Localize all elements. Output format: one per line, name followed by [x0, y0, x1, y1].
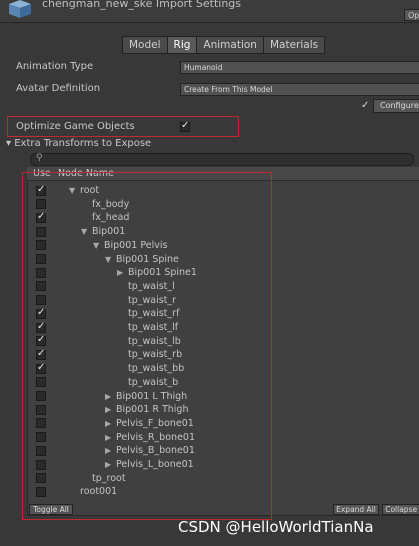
tab-animation[interactable]: Animation — [197, 37, 264, 53]
transform-list-highlight-box — [22, 172, 272, 520]
tab-model[interactable]: Model — [123, 37, 168, 53]
expand-all-button[interactable]: Expand All — [333, 504, 379, 515]
model-asset-icon — [9, 0, 31, 18]
tab-materials[interactable]: Materials — [264, 37, 324, 53]
foldout-arrow-icon: ▾ — [6, 138, 12, 149]
inspector-title: chengman_new_ske Import Settings — [42, 0, 241, 10]
extra-transforms-label: Extra Transforms to Expose — [14, 138, 152, 149]
animation-type-label: Animation Type — [16, 61, 94, 72]
collapse-all-button[interactable]: Collapse All — [382, 504, 419, 515]
animation-type-dropdown[interactable]: Humanoid — [180, 61, 419, 74]
tab-rig[interactable]: Rig — [167, 37, 198, 53]
avatar-definition-label: Avatar Definition — [16, 83, 101, 94]
avatar-valid-check-icon: ✓ — [361, 100, 370, 111]
watermark-text: CSDN @HelloWorldTianNa — [178, 518, 374, 536]
avatar-definition-dropdown[interactable]: Create From This Model — [180, 83, 419, 96]
transform-search-input[interactable] — [30, 153, 414, 166]
open-button[interactable]: Op — [404, 9, 419, 21]
extra-transforms-foldout[interactable]: ▾ Extra Transforms to Expose — [6, 138, 151, 149]
import-tabs: Model Rig Animation Materials — [122, 36, 326, 54]
configure-button[interactable]: Configure — [373, 99, 419, 113]
optimize-game-objects-checkbox[interactable] — [180, 120, 190, 132]
search-icon: ⚲ — [36, 153, 43, 163]
optimize-game-objects-label: Optimize Game Objects — [16, 121, 135, 132]
